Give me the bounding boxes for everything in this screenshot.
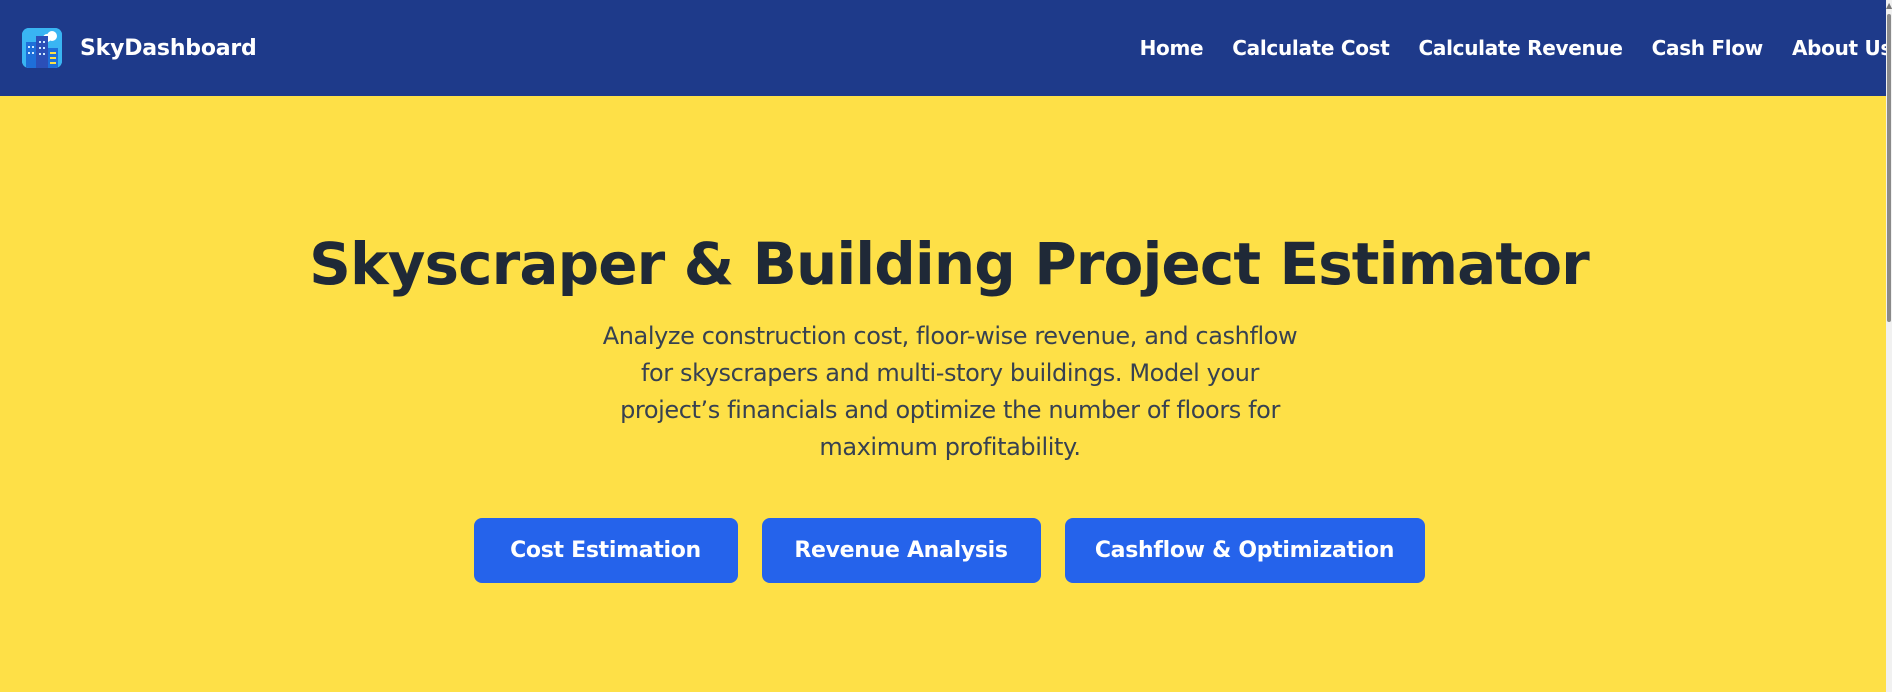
brand-name: SkyDashboard (80, 35, 257, 61)
nav-link-calculate-revenue[interactable]: Calculate Revenue (1419, 36, 1623, 60)
cashflow-optimization-button[interactable]: Cashflow & Optimization (1064, 518, 1425, 583)
main-nav: Home Calculate Cost Calculate Revenue Ca… (1111, 0, 1892, 96)
page-viewport: SkyDashboard Home Calculate Cost Calcula… (0, 0, 1892, 692)
hero-title: Skyscraper & Building Project Estimator (309, 230, 1590, 298)
scroll-up-icon[interactable]: ▲ (1886, 0, 1892, 12)
revenue-analysis-button[interactable]: Revenue Analysis (761, 518, 1041, 583)
nav-link-calculate-cost[interactable]: Calculate Cost (1232, 36, 1390, 60)
hero-description: Analyze construction cost, floor-wise re… (602, 322, 1298, 461)
scrollbar-thumb[interactable] (1887, 14, 1891, 322)
vertical-scrollbar[interactable]: ▲ (1886, 0, 1892, 692)
city-skyline-icon (22, 28, 62, 68)
nav-link-home[interactable]: Home (1140, 36, 1204, 60)
top-navbar: SkyDashboard Home Calculate Cost Calcula… (0, 0, 1892, 96)
cta-button-row: Cost Estimation Revenue Analysis Cashflo… (0, 518, 1892, 583)
cost-estimation-button[interactable]: Cost Estimation (473, 518, 738, 583)
nav-link-about-us[interactable]: About Us (1792, 36, 1892, 60)
nav-link-cash-flow[interactable]: Cash Flow (1652, 36, 1764, 60)
brand-home-link[interactable]: SkyDashboard (22, 28, 257, 68)
hero-section: Skyscraper & Building Project Estimator … (0, 96, 1886, 692)
